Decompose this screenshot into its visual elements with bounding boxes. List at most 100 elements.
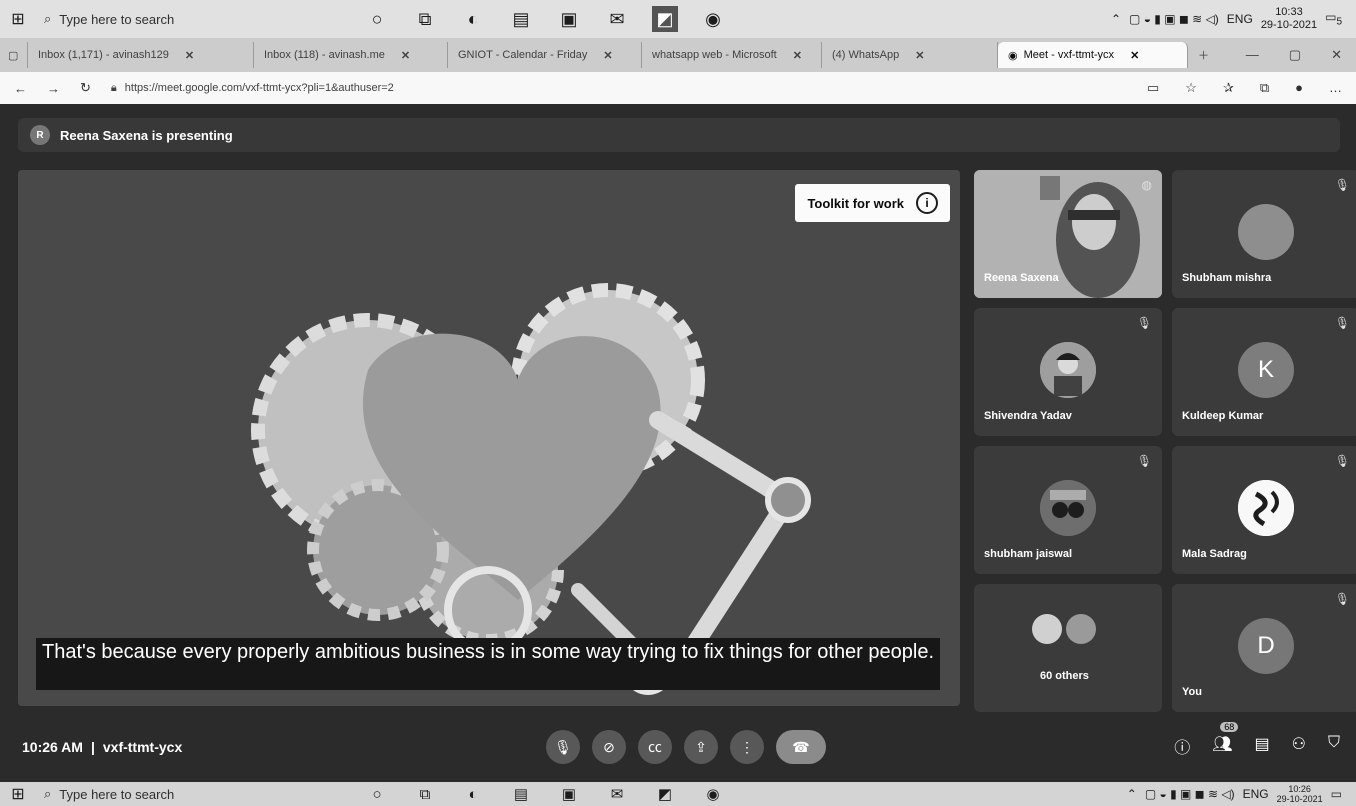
more-options-button[interactable]: ⋮	[730, 730, 764, 764]
close-icon[interactable]: ✕	[185, 49, 194, 62]
new-tab-button[interactable]: ＋	[1188, 42, 1219, 68]
browser-tab[interactable]: whatsapp web - Microsoft ✕	[642, 42, 822, 68]
participant-name: Reena Saxena	[984, 272, 1059, 284]
active-app-icon[interactable]: ◩	[652, 781, 678, 806]
screenshot: ⊞ ⌕ Type here to search ○ ⧉ ◐ ▤ ▣ ✉ ◩ ◉ …	[0, 0, 1356, 806]
chevron-up-icon[interactable]: ⌃	[1111, 12, 1121, 26]
close-icon[interactable]: ✕	[401, 49, 410, 62]
close-window-icon[interactable]: ✕	[1331, 47, 1342, 63]
url-text: https://meet.google.com/vxf-ttmt-ycx?pli…	[124, 82, 394, 94]
participant-tile[interactable]: 🎙︎ Shivendra Yadav	[974, 308, 1162, 436]
collections-icon[interactable]: ⧉	[1260, 80, 1269, 96]
presentation-stage: Toolkit for work i That's because every …	[18, 170, 960, 706]
chat-icon[interactable]: ▤	[1255, 734, 1270, 758]
participant-tile[interactable]: 🎙︎ K Kuldeep Kumar	[1172, 308, 1356, 436]
edge-icon[interactable]: ◐	[460, 781, 486, 806]
meeting-details-icon[interactable]: ⓘ	[1174, 734, 1190, 758]
meeting-separator: |	[90, 739, 95, 755]
participant-name: Shivendra Yadav	[984, 410, 1072, 422]
participant-tile-others[interactable]: 60 others	[974, 584, 1162, 712]
participant-name: Kuldeep Kumar	[1182, 410, 1264, 422]
restore-icon[interactable]: ▢	[1289, 47, 1301, 63]
participant-name: Mala Sadrag	[1182, 548, 1247, 560]
mail-icon[interactable]: ✉	[604, 781, 630, 806]
camera-off-button[interactable]: ⊘	[592, 730, 626, 764]
search-icon: ⌕	[44, 786, 52, 801]
camera-icon[interactable]: ▭	[1147, 80, 1159, 96]
windows-start-icon[interactable]: ⊞	[0, 784, 36, 804]
captions-button[interactable]: ㏄	[638, 730, 672, 764]
back-icon[interactable]: ←	[14, 81, 27, 96]
host-controls-icon[interactable]: ⛉	[1328, 734, 1340, 758]
browser-tab[interactable]: (4) WhatsApp ✕	[822, 42, 998, 68]
avatar-logo	[1238, 480, 1294, 536]
briefcase-icon[interactable]: ▣	[556, 6, 582, 32]
language-indicator[interactable]: ENG	[1227, 12, 1253, 26]
activities-icon[interactable]: ⚇	[1292, 734, 1306, 758]
browser-tab[interactable]: Inbox (1,171) - avinash129 ✕	[28, 42, 254, 68]
system-tray: ⌃ ▢ ◒ ▮ ▣ ◼ ≋ ◁) ENG 10:33 29-10-2021 ▭5	[1111, 6, 1356, 32]
active-app-icon[interactable]: ◩	[652, 6, 678, 32]
more-icon[interactable]: …	[1329, 80, 1342, 96]
notifications-icon[interactable]: ▭	[1331, 787, 1342, 801]
store-icon[interactable]: ▤	[508, 781, 534, 806]
chrome-icon[interactable]: ◉	[700, 781, 726, 806]
taskbar-search[interactable]: ⌕ Type here to search	[36, 786, 316, 802]
close-icon[interactable]: ✕	[915, 49, 924, 62]
minimize-icon[interactable]: —	[1246, 47, 1259, 63]
windows-taskbar-bottom: ⊞ ⌕ Type here to search ○ ⧉ ◐ ▤ ▣ ✉ ◩ ◉ …	[0, 782, 1356, 806]
toolkit-badge[interactable]: Toolkit for work i	[795, 184, 950, 222]
cortana-icon[interactable]: ○	[364, 781, 390, 806]
close-icon[interactable]: ✕	[1130, 49, 1139, 62]
chevron-up-icon[interactable]: ⌃	[1127, 787, 1137, 801]
participant-tile[interactable]: 🎙︎ Shubham mishra	[1172, 170, 1356, 298]
recording-icon: ◉	[1008, 49, 1018, 62]
participant-tile[interactable]: 🎙︎ shubham jaiswal	[974, 446, 1162, 574]
briefcase-icon[interactable]: ▣	[556, 781, 582, 806]
participant-photo	[1040, 342, 1096, 398]
close-icon[interactable]: ✕	[603, 49, 612, 62]
task-view-icon[interactable]: ⧉	[412, 6, 438, 32]
forward-icon[interactable]: →	[47, 81, 60, 96]
leave-call-button[interactable]: ☎	[776, 730, 826, 764]
tray-icons[interactable]: ▢ ◒ ▮ ▣ ◼ ≋ ◁)	[1145, 787, 1235, 801]
clock[interactable]: 10:26 29-10-2021	[1277, 784, 1323, 804]
presenting-banner: R Reena Saxena is presenting	[18, 118, 1340, 152]
refresh-icon[interactable]: ↻	[80, 80, 91, 96]
chrome-icon[interactable]: ◉	[700, 6, 726, 32]
windows-taskbar-top: ⊞ ⌕ Type here to search ○ ⧉ ◐ ▤ ▣ ✉ ◩ ◉ …	[0, 0, 1356, 38]
windows-start-icon[interactable]: ⊞	[0, 9, 36, 29]
others-avatars	[1032, 614, 1096, 644]
tab-actions-icon[interactable]: ▢	[0, 42, 28, 68]
participant-tile[interactable]: ◍ Reena Saxena	[974, 170, 1162, 298]
tray-icons[interactable]: ▢ ◒ ▮ ▣ ◼ ≋ ◁)	[1129, 12, 1219, 26]
taskbar-search[interactable]: ⌕ Type here to search	[36, 11, 316, 27]
caption: That's because every properly ambitious …	[36, 638, 940, 690]
browser-tab[interactable]: GNIOT - Calendar - Friday ✕	[448, 42, 642, 68]
address-bar: ← → ↻ 🔒︎ https://meet.google.com/vxf-ttm…	[0, 72, 1356, 104]
favorites-icon[interactable]: ✰	[1223, 80, 1234, 96]
avatar	[1066, 614, 1096, 644]
cortana-icon[interactable]: ○	[364, 6, 390, 32]
close-icon[interactable]: ✕	[793, 49, 802, 62]
edge-icon[interactable]: ◐	[460, 6, 486, 32]
mail-icon[interactable]: ✉	[604, 6, 630, 32]
info-icon[interactable]: i	[916, 192, 938, 214]
people-icon[interactable]: 👥︎ 68	[1212, 722, 1239, 758]
browser-tab-active[interactable]: ◉ Meet - vxf-ttmt-ycx ✕	[998, 42, 1188, 68]
clock[interactable]: 10:33 29-10-2021	[1261, 6, 1317, 32]
browser-tab[interactable]: Inbox (118) - avinash.me ✕	[254, 42, 448, 68]
url-field[interactable]: 🔒︎ https://meet.google.com/vxf-ttmt-ycx?…	[111, 82, 394, 95]
present-button[interactable]: ⇪	[684, 730, 718, 764]
task-view-icon[interactable]: ⧉	[412, 781, 438, 806]
store-icon[interactable]: ▤	[508, 6, 534, 32]
notifications-icon[interactable]: ▭5	[1325, 10, 1342, 27]
clock-date: 29-10-2021	[1260, 19, 1318, 31]
language-indicator[interactable]: ENG	[1243, 787, 1269, 801]
favorite-icon[interactable]: ☆	[1185, 80, 1197, 96]
participant-tile[interactable]: 🎙︎ Mala Sadrag	[1172, 446, 1356, 574]
participant-tile-self[interactable]: 🎙︎ D You	[1172, 584, 1356, 712]
mic-off-button[interactable]: 🎙︎	[546, 730, 580, 764]
profile-icon[interactable]: ●	[1295, 80, 1303, 96]
taskbar-search-placeholder: Type here to search	[59, 11, 175, 27]
